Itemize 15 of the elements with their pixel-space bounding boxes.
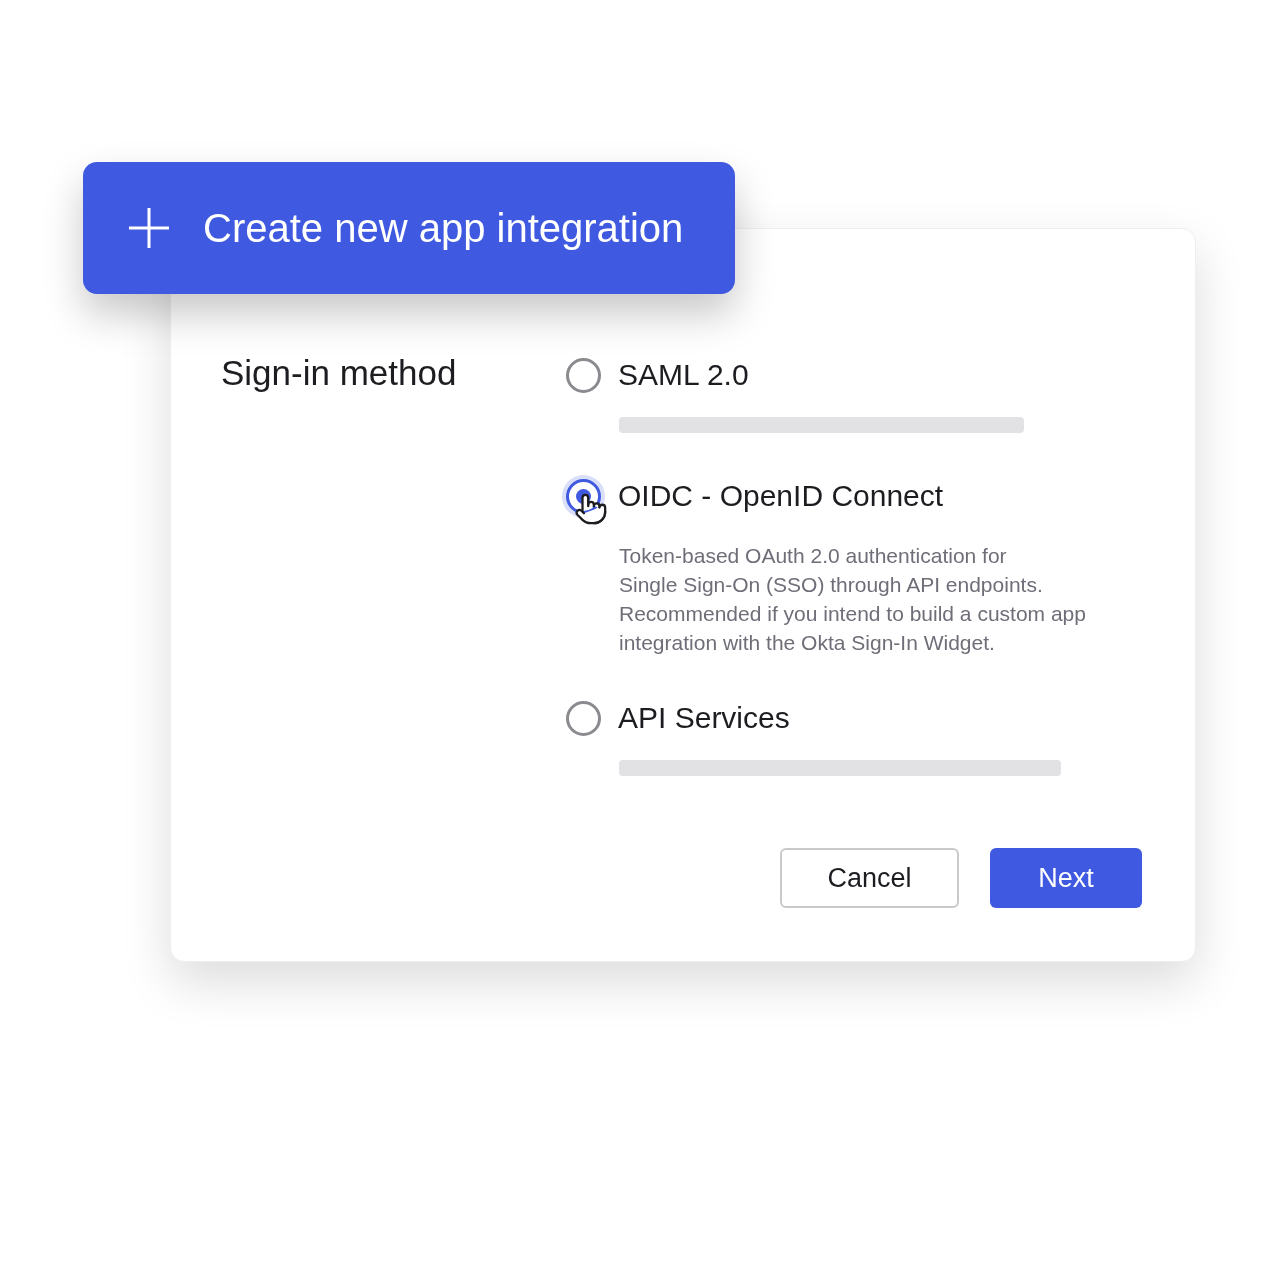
radio-button[interactable]	[566, 700, 601, 736]
option-label[interactable]: SAML 2.0	[618, 357, 749, 393]
cancel-button[interactable]: Cancel	[780, 848, 959, 908]
option-description: Token-based OAuth 2.0 authentication for	[619, 543, 1008, 569]
plus-icon	[127, 206, 171, 250]
option-label[interactable]: OIDC - OpenID Connect	[618, 478, 944, 514]
section-label: Sign-in method	[221, 355, 458, 391]
option-label[interactable]: API Services	[618, 700, 790, 736]
hand-pointer-icon	[574, 492, 608, 526]
create-integration-button[interactable]: Create new app integration	[83, 162, 735, 294]
option-description: integration with the Okta Sign-In Widget.	[619, 630, 996, 656]
option-description: Recommended if you intend to build a custom app	[619, 601, 1086, 627]
next-button[interactable]: Next	[990, 848, 1142, 908]
radio-button[interactable]	[566, 357, 601, 393]
option-description: Single Sign-On (SSO) through API endpoints.	[619, 572, 1044, 598]
